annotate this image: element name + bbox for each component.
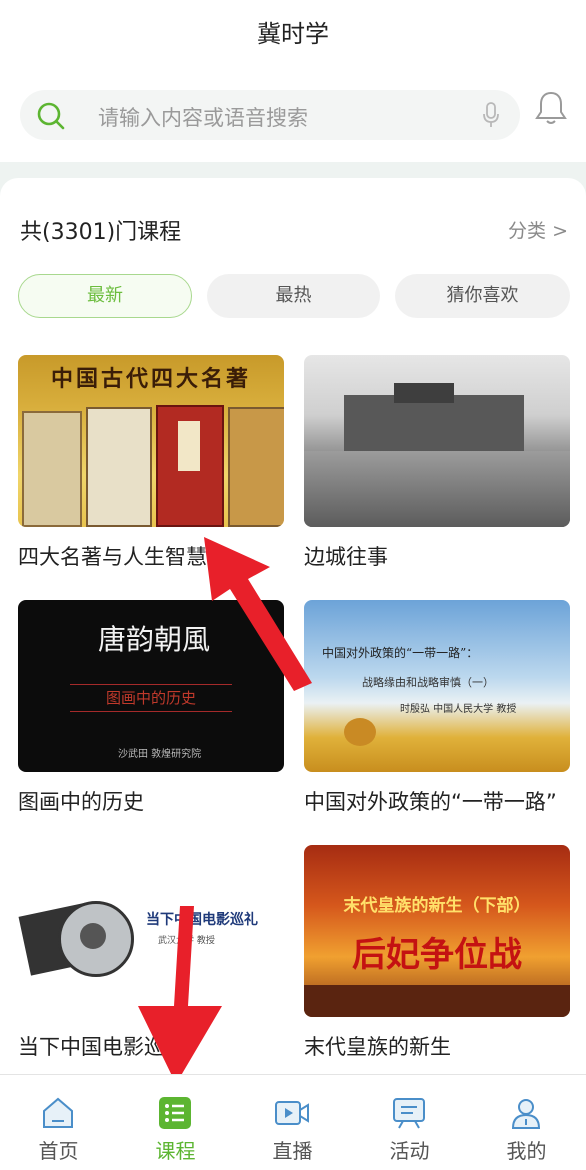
course-title: 当下中国电影巡礼 xyxy=(18,1035,186,1059)
course-thumbnail: 末代皇族的新生（下部） 后妃争位战 xyxy=(304,845,570,1017)
course-thumbnail: 中国对外政策的“一带一路”： 战略缘由和战略审慎（一） 时殷弘 中国人民大学 教… xyxy=(304,600,570,772)
tab-newest[interactable]: 最新 xyxy=(18,274,192,318)
category-link[interactable]: 分类 > xyxy=(508,216,568,243)
header: 冀时学 请输入内容或语音搜索 xyxy=(0,0,586,162)
course-panel: 共(3301)门课程 分类 > 最新 最热 猜你喜欢 中国古代四大名著 四大名著… xyxy=(0,178,586,1074)
course-list-icon xyxy=(159,1097,191,1129)
course-title: 图画中的历史 xyxy=(18,790,144,814)
course-title: 四大名著与人生智慧 xyxy=(18,545,207,569)
tabbar-course[interactable]: 课程 xyxy=(117,1075,234,1170)
course-count: 共(3301)门课程 xyxy=(20,220,182,245)
notification-bell-icon[interactable] xyxy=(535,90,567,126)
course-title: 末代皇族的新生 xyxy=(304,1035,451,1059)
course-thumbnail xyxy=(304,355,570,527)
course-card[interactable]: 边城往事 xyxy=(304,355,570,571)
activity-icon xyxy=(393,1098,425,1129)
course-thumbnail: 当下中国电影巡礼 武汉大学 教授 xyxy=(18,845,284,1017)
search-bar[interactable]: 请输入内容或语音搜索 xyxy=(20,90,520,140)
course-thumbnail: 唐韵朝風 图画中的历史 沙武田 敦煌研究院 xyxy=(18,600,284,772)
live-video-icon xyxy=(275,1101,309,1125)
profile-icon xyxy=(511,1099,541,1129)
search-input[interactable]: 请输入内容或语音搜索 xyxy=(98,102,308,132)
course-title: 中国对外政策的“一带一路” xyxy=(304,790,557,814)
course-card[interactable]: 中国对外政策的“一带一路”： 战略缘由和战略审慎（一） 时殷弘 中国人民大学 教… xyxy=(304,600,570,816)
tabbar-live[interactable]: 直播 xyxy=(234,1075,351,1170)
app-title: 冀时学 xyxy=(257,20,329,48)
course-card[interactable]: 唐韵朝風 图画中的历史 沙武田 敦煌研究院 图画中的历史 xyxy=(18,600,284,816)
microphone-icon[interactable] xyxy=(482,102,500,128)
tabbar-profile[interactable]: 我的 xyxy=(468,1075,585,1170)
tab-hottest[interactable]: 最热 xyxy=(207,274,380,318)
tabbar-home[interactable]: 首页 xyxy=(0,1075,117,1170)
home-icon xyxy=(43,1097,73,1128)
course-thumbnail: 中国古代四大名著 xyxy=(18,355,284,527)
course-title: 边城往事 xyxy=(304,545,388,569)
course-card[interactable]: 当下中国电影巡礼 武汉大学 教授 当下中国电影巡礼 xyxy=(18,845,284,1061)
search-icon xyxy=(37,102,65,130)
bottom-tabbar: 首页 课程 直播 活动 我的 xyxy=(0,1074,586,1170)
course-card[interactable]: 中国古代四大名著 四大名著与人生智慧 xyxy=(18,355,284,571)
tab-recommended[interactable]: 猜你喜欢 xyxy=(395,274,570,318)
course-card[interactable]: 末代皇族的新生（下部） 后妃争位战 末代皇族的新生 xyxy=(304,845,570,1061)
tabbar-activity[interactable]: 活动 xyxy=(351,1075,468,1170)
filter-tabs: 最新 最热 猜你喜欢 xyxy=(18,274,570,318)
